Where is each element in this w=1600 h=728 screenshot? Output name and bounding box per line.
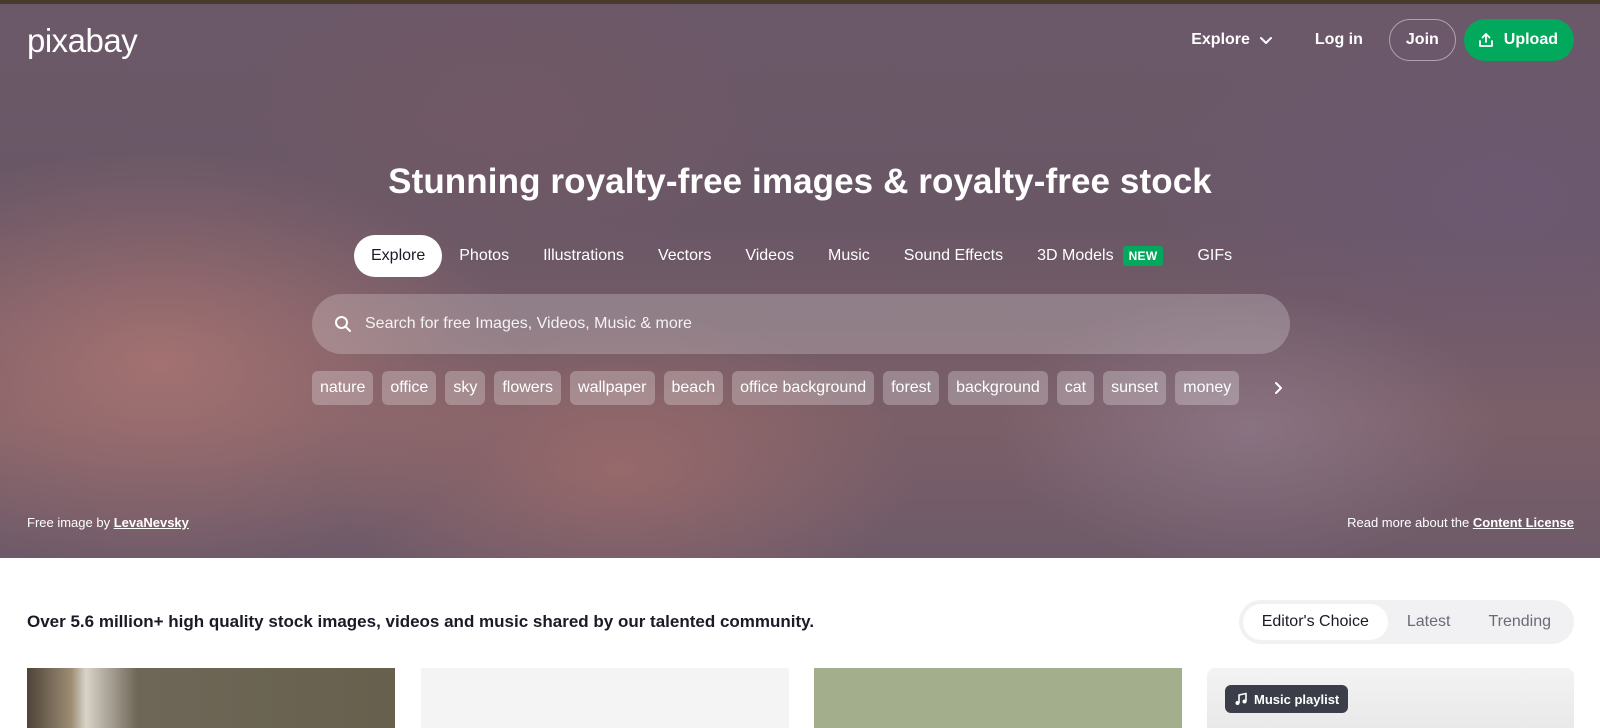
tab-videos[interactable]: Videos (728, 235, 811, 277)
content-grid: Music playlist (27, 668, 1574, 728)
tab-sound-effects[interactable]: Sound Effects (887, 235, 1020, 277)
hero-headline: Stunning royalty-free images & royalty-f… (388, 162, 1212, 201)
sort-toggle: Editor's Choice Latest Trending (1238, 600, 1574, 644)
license-prefix: Read more about the (1347, 515, 1470, 530)
content-subbar: Over 5.6 million+ high quality stock ima… (27, 600, 1574, 644)
hero-section: pixabay Explore Log in Join Upload Stunn… (0, 0, 1600, 558)
credit-author-link[interactable]: LevaNevsky (114, 515, 189, 530)
tab-illustrations[interactable]: Illustrations (526, 235, 641, 277)
tab-label: Vectors (657, 247, 712, 264)
sort-editors-choice[interactable]: Editor's Choice (1242, 604, 1388, 640)
join-button[interactable]: Join (1388, 19, 1456, 61)
music-playlist-card[interactable]: Music playlist (1207, 668, 1574, 728)
chip-beach[interactable]: beach (663, 371, 724, 405)
tab-label: 3D Models (1037, 247, 1114, 264)
image-card[interactable] (27, 668, 395, 728)
tab-music[interactable]: Music (811, 235, 887, 277)
login-link[interactable]: Log in (1287, 31, 1389, 49)
music-note-icon (1235, 692, 1247, 705)
tab-label: Illustrations (543, 247, 624, 264)
chip-sunset[interactable]: sunset (1103, 371, 1167, 405)
search-input[interactable] (365, 294, 1290, 354)
chips-next-button[interactable] (1266, 371, 1290, 405)
explore-menu-button[interactable]: Explore (1177, 31, 1287, 49)
tab-label: Videos (745, 247, 794, 264)
chip-flowers[interactable]: flowers (494, 371, 562, 405)
chip-money[interactable]: money (1175, 371, 1240, 405)
credit-prefix: Free image by (27, 515, 111, 530)
chip-cat[interactable]: cat (1056, 371, 1095, 405)
chevron-down-icon (1259, 37, 1272, 44)
music-playlist-label: Music playlist (1254, 691, 1340, 707)
community-intro-text: Over 5.6 million+ high quality stock ima… (27, 612, 815, 631)
sort-trending[interactable]: Trending (1469, 604, 1570, 640)
chip-nature[interactable]: nature (312, 371, 374, 405)
explore-menu-label: Explore (1191, 31, 1250, 48)
tab-label: GIFs (1197, 247, 1233, 264)
media-type-tabs: Explore Photos Illustrations Vectors Vid… (354, 235, 1249, 277)
upload-icon (1478, 33, 1493, 47)
tab-3d-models[interactable]: 3D Models NEW (1020, 235, 1180, 277)
new-badge: NEW (1122, 246, 1164, 266)
content-license-link[interactable]: Content License (1473, 515, 1574, 530)
chip-office[interactable]: office (382, 371, 437, 405)
upload-button[interactable]: Upload (1463, 19, 1574, 61)
tab-label: Music (827, 247, 870, 264)
chevron-right-icon (1275, 382, 1283, 394)
chip-sky[interactable]: sky (445, 371, 486, 405)
pixabay-logo[interactable]: pixabay (27, 24, 138, 57)
chip-background[interactable]: background (948, 371, 1048, 405)
search-icon (335, 316, 351, 332)
hero-top-border (0, 0, 1600, 4)
tab-label: Sound Effects (903, 247, 1004, 264)
license-note: Read more about the Content License (1347, 515, 1574, 530)
tab-gifs[interactable]: GIFs (1180, 235, 1249, 277)
tab-explore[interactable]: Explore (354, 235, 443, 277)
music-playlist-badge: Music playlist (1225, 685, 1349, 713)
image-card[interactable] (421, 668, 789, 728)
search-bar (312, 294, 1290, 354)
tab-label: Explore (371, 247, 426, 264)
suggested-searches: nature office sky flowers wallpaper beac… (312, 371, 1290, 405)
tab-photos[interactable]: Photos (442, 235, 526, 277)
tab-vectors[interactable]: Vectors (641, 235, 728, 277)
image-credit: Free image by LevaNevsky (27, 515, 189, 530)
chip-office-background[interactable]: office background (732, 371, 875, 405)
chip-forest[interactable]: forest (883, 371, 940, 405)
chip-wallpaper[interactable]: wallpaper (570, 371, 655, 405)
image-card[interactable] (814, 668, 1182, 728)
header-actions: Explore Log in Join Upload (1177, 19, 1574, 61)
sort-latest[interactable]: Latest (1388, 604, 1470, 640)
tab-label: Photos (459, 247, 510, 264)
upload-button-label: Upload (1503, 31, 1558, 48)
top-header: pixabay Explore Log in Join Upload (27, 18, 1574, 62)
